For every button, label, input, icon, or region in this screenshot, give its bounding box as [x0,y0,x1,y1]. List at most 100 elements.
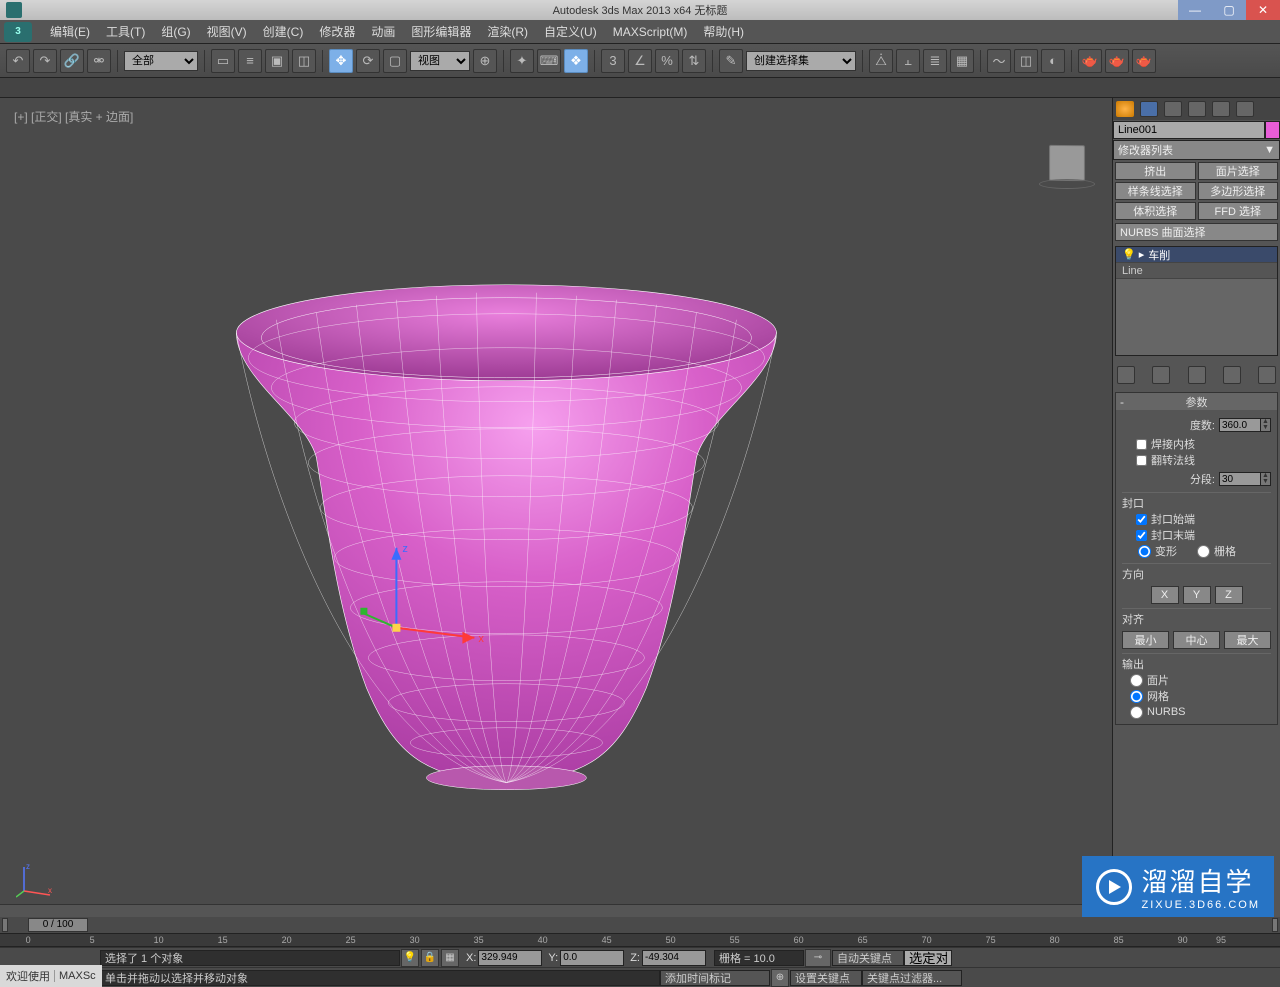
modifier-list-select[interactable]: 修改器列表▼ [1113,140,1280,160]
modifier-stack[interactable]: 💡 ▸ 车削 Line [1115,246,1278,356]
minimize-button[interactable]: — [1178,0,1212,20]
time-slider-left-arrow[interactable] [2,918,8,932]
mod-btn-nurbs-select[interactable]: NURBS 曲面选择 [1115,223,1278,241]
render-button[interactable]: 🫖 [1132,49,1156,73]
material-editor-button[interactable]: ◐ [1041,49,1065,73]
named-selection-set[interactable]: 创建选择集 [746,51,856,71]
cup-object[interactable]: z x [196,237,816,800]
create-tab-icon[interactable] [1116,101,1134,117]
menu-tools[interactable]: 工具(T) [98,20,153,43]
curve-editor-button[interactable]: 〜 [987,49,1011,73]
motion-tab-icon[interactable] [1188,101,1206,117]
select-button[interactable]: ▭ [211,49,235,73]
viewport[interactable]: [+] [正交] [真实 + 边面] [0,98,1112,917]
cap-end-checkbox[interactable] [1136,530,1147,541]
stack-item-lathe[interactable]: 💡 ▸ 车削 [1116,247,1277,263]
utilities-tab-icon[interactable] [1236,101,1254,117]
maximize-button[interactable]: ▢ [1212,0,1246,20]
align-min-button[interactable]: 最小 [1122,631,1169,649]
selected-only-select[interactable] [904,950,952,966]
pin-stack-icon[interactable] [1117,366,1135,384]
graphite-button[interactable]: ▦ [950,49,974,73]
time-slider[interactable]: 0 / 100 [28,918,88,932]
mod-btn-extrude[interactable]: 挤出 [1115,162,1196,180]
window-crossing-button[interactable]: ◫ [292,49,316,73]
z-coord-input[interactable] [642,950,706,966]
menu-maxscript[interactable]: MAXScript(M) [605,22,696,42]
menu-customize[interactable]: 自定义(U) [536,20,605,43]
ref-coord-select[interactable]: 视图 [410,51,470,71]
align-center-button[interactable]: 中心 [1173,631,1220,649]
cap-morph-radio[interactable] [1138,545,1151,558]
rollout-params-header[interactable]: -参数 [1116,393,1277,410]
view-cube[interactable] [1032,133,1102,193]
hierarchy-tab-icon[interactable] [1164,101,1182,117]
stack-item-line[interactable]: Line [1116,263,1277,279]
dir-z-button[interactable]: Z [1215,586,1243,604]
x-coord-input[interactable] [478,950,542,966]
unlink-button[interactable]: ⚮ [87,49,111,73]
snap-toggle-button[interactable]: ❖ [564,49,588,73]
menu-animation[interactable]: 动画 [363,20,403,43]
selection-region-button[interactable]: ▣ [265,49,289,73]
scale-button[interactable]: ▢ [383,49,407,73]
rendered-frame-button[interactable]: 🫖 [1105,49,1129,73]
menu-create[interactable]: 创建(C) [255,20,312,43]
angle-snap-button[interactable]: ∠ [628,49,652,73]
selection-filter-select[interactable]: 全部 [124,51,198,71]
rotate-button[interactable]: ⟳ [356,49,380,73]
remove-modifier-icon[interactable] [1223,366,1241,384]
dir-x-button[interactable]: X [1151,586,1179,604]
mod-btn-ffd-select[interactable]: FFD 选择 [1198,202,1279,220]
cap-start-checkbox[interactable] [1136,514,1147,525]
menu-edit[interactable]: 编辑(E) [42,20,98,43]
configure-sets-icon[interactable] [1258,366,1276,384]
display-tab-icon[interactable] [1212,101,1230,117]
manipulate-button[interactable]: ✦ [510,49,534,73]
undo-button[interactable]: ↶ [6,49,30,73]
render-setup-button[interactable]: 🫖 [1078,49,1102,73]
edit-named-sel-button[interactable]: ✎ [719,49,743,73]
lock-selection-icon[interactable]: 💡 [401,949,419,967]
maxscript-tab[interactable]: MAXSc [54,970,96,982]
key-filters-button[interactable]: 关键点过滤器... [862,970,962,986]
pivot-button[interactable]: ⊕ [473,49,497,73]
show-end-result-icon[interactable] [1152,366,1170,384]
menu-help[interactable]: 帮助(H) [695,20,752,43]
spinner-snap-button[interactable]: ⇅ [682,49,706,73]
mod-btn-patch-select[interactable]: 面片选择 [1198,162,1279,180]
setkey-large-button[interactable]: ⊕ [771,969,789,987]
object-name-input[interactable] [1113,121,1265,139]
menu-modifiers[interactable]: 修改器 [311,20,363,43]
schematic-view-button[interactable]: ◫ [1014,49,1038,73]
menu-graph-editors[interactable]: 图形编辑器 [403,20,479,43]
redo-button[interactable]: ↷ [33,49,57,73]
make-unique-icon[interactable] [1188,366,1206,384]
mod-btn-poly-select[interactable]: 多边形选择 [1198,182,1279,200]
flip-normals-checkbox[interactable] [1136,455,1147,466]
out-nurbs-radio[interactable] [1130,706,1143,719]
select-by-name-button[interactable]: ≡ [238,49,262,73]
viewport-label[interactable]: [+] [正交] [真实 + 边面] [14,108,133,125]
mod-btn-vol-select[interactable]: 体积选择 [1115,202,1196,220]
menu-group[interactable]: 组(G) [153,20,198,43]
product-logo[interactable]: 3 [4,22,32,42]
welcome-tab[interactable]: 欢迎使用 [6,968,50,984]
percent-snap-button[interactable]: % [655,49,679,73]
link-button[interactable]: 🔗 [60,49,84,73]
time-slider-right-arrow[interactable] [1272,918,1278,932]
autokey-button[interactable]: 自动关键点 [832,950,904,966]
viewcube-shape-icon[interactable] [1049,145,1085,181]
menu-views[interactable]: 视图(V) [199,20,255,43]
move-button[interactable]: ✥ [329,49,353,73]
abs-rel-icon[interactable]: ▦ [441,949,459,967]
align-button[interactable]: ⫠ [896,49,920,73]
segments-spinner[interactable]: ▲▼ [1219,472,1271,486]
layer-manager-button[interactable]: ≣ [923,49,947,73]
setkey-button[interactable]: 设置关键点 [790,970,862,986]
cap-grid-radio[interactable] [1197,545,1210,558]
out-mesh-radio[interactable] [1130,690,1143,703]
out-patch-radio[interactable] [1130,674,1143,687]
keymode-icon[interactable]: ⊸ [805,949,831,967]
mod-btn-spline-select[interactable]: 样条线选择 [1115,182,1196,200]
